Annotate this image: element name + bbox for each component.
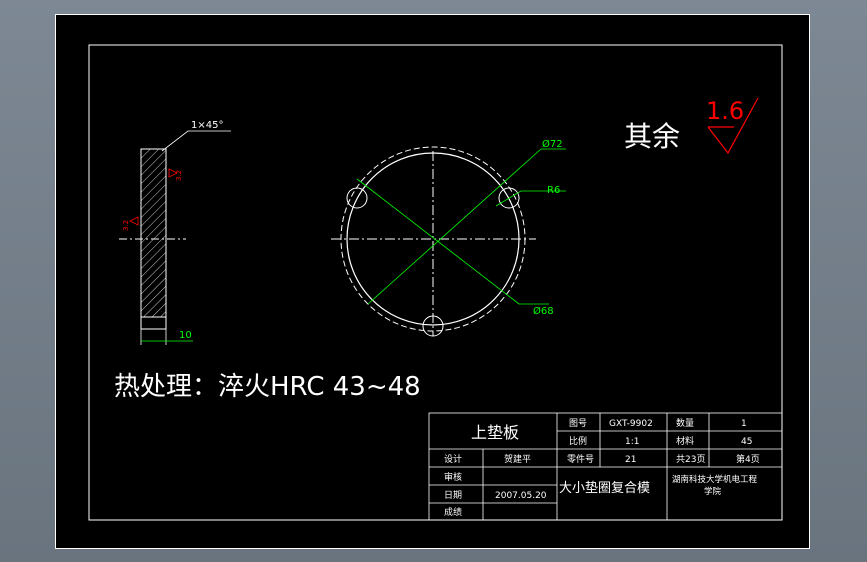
- qty: 1: [741, 419, 747, 429]
- part-name: 上垫板: [471, 423, 519, 442]
- cad-drawing: 1×45° 10 3.2 3.2 Ø72 R6 Ø68 其余 1.6 热处理：淬…: [88, 44, 783, 521]
- heat-treatment-note: 热处理：淬火HRC 43~48: [114, 372, 421, 402]
- roughness-note-label: 其余: [624, 120, 680, 153]
- institution: 湖南科技大学机电工程学院: [672, 474, 758, 497]
- material-label: 材料: [676, 435, 694, 447]
- grade-label: 成绩: [444, 506, 462, 518]
- material: 45: [741, 437, 752, 447]
- chamfer-leader: [161, 130, 231, 152]
- roughness-value-right: 3.2: [175, 170, 183, 181]
- drawing-no-label: 图号: [569, 418, 587, 429]
- designer-label: 设计: [444, 453, 462, 465]
- roughness-value-left: 3.2: [122, 220, 130, 231]
- date: 2007.05.20: [495, 491, 547, 501]
- part-no-label: 零件号: [567, 453, 594, 465]
- d68-dim-line: [356, 178, 520, 305]
- roughness-mark-left: [129, 216, 139, 226]
- scale: 1:1: [625, 437, 639, 447]
- r6-label: R6: [547, 185, 560, 196]
- total-pages: 共23页: [676, 454, 705, 465]
- front-view: Ø72 R6 Ø68: [331, 138, 566, 337]
- designer: 贺建平: [504, 453, 531, 465]
- section-hatch: [140, 148, 167, 318]
- side-section-view: 1×45° 10 3.2 3.2: [119, 120, 231, 345]
- drawing-no: GXT-9902: [609, 419, 653, 429]
- d72-dim-line: [367, 148, 542, 305]
- d72-label: Ø72: [542, 138, 563, 150]
- part-no: 21: [625, 455, 636, 465]
- qty-label: 数量: [676, 417, 694, 429]
- chamfer-label: 1×45°: [191, 120, 223, 131]
- d68-label: Ø68: [533, 305, 554, 317]
- drawing-sheet: 1×45° 10 3.2 3.2 Ø72 R6 Ø68 其余 1.6 热处理：淬…: [55, 14, 810, 549]
- thickness-dim: 10: [179, 330, 192, 341]
- scale-label: 比例: [569, 435, 587, 447]
- reviewer-label: 审核: [444, 471, 462, 483]
- roughness-note: 其余 1.6: [624, 97, 759, 155]
- roughness-value: 1.6: [706, 97, 744, 125]
- date-label: 日期: [444, 490, 462, 501]
- page-number: 第4页: [736, 453, 760, 465]
- assembly-name: 大小垫圈复合模: [559, 480, 650, 496]
